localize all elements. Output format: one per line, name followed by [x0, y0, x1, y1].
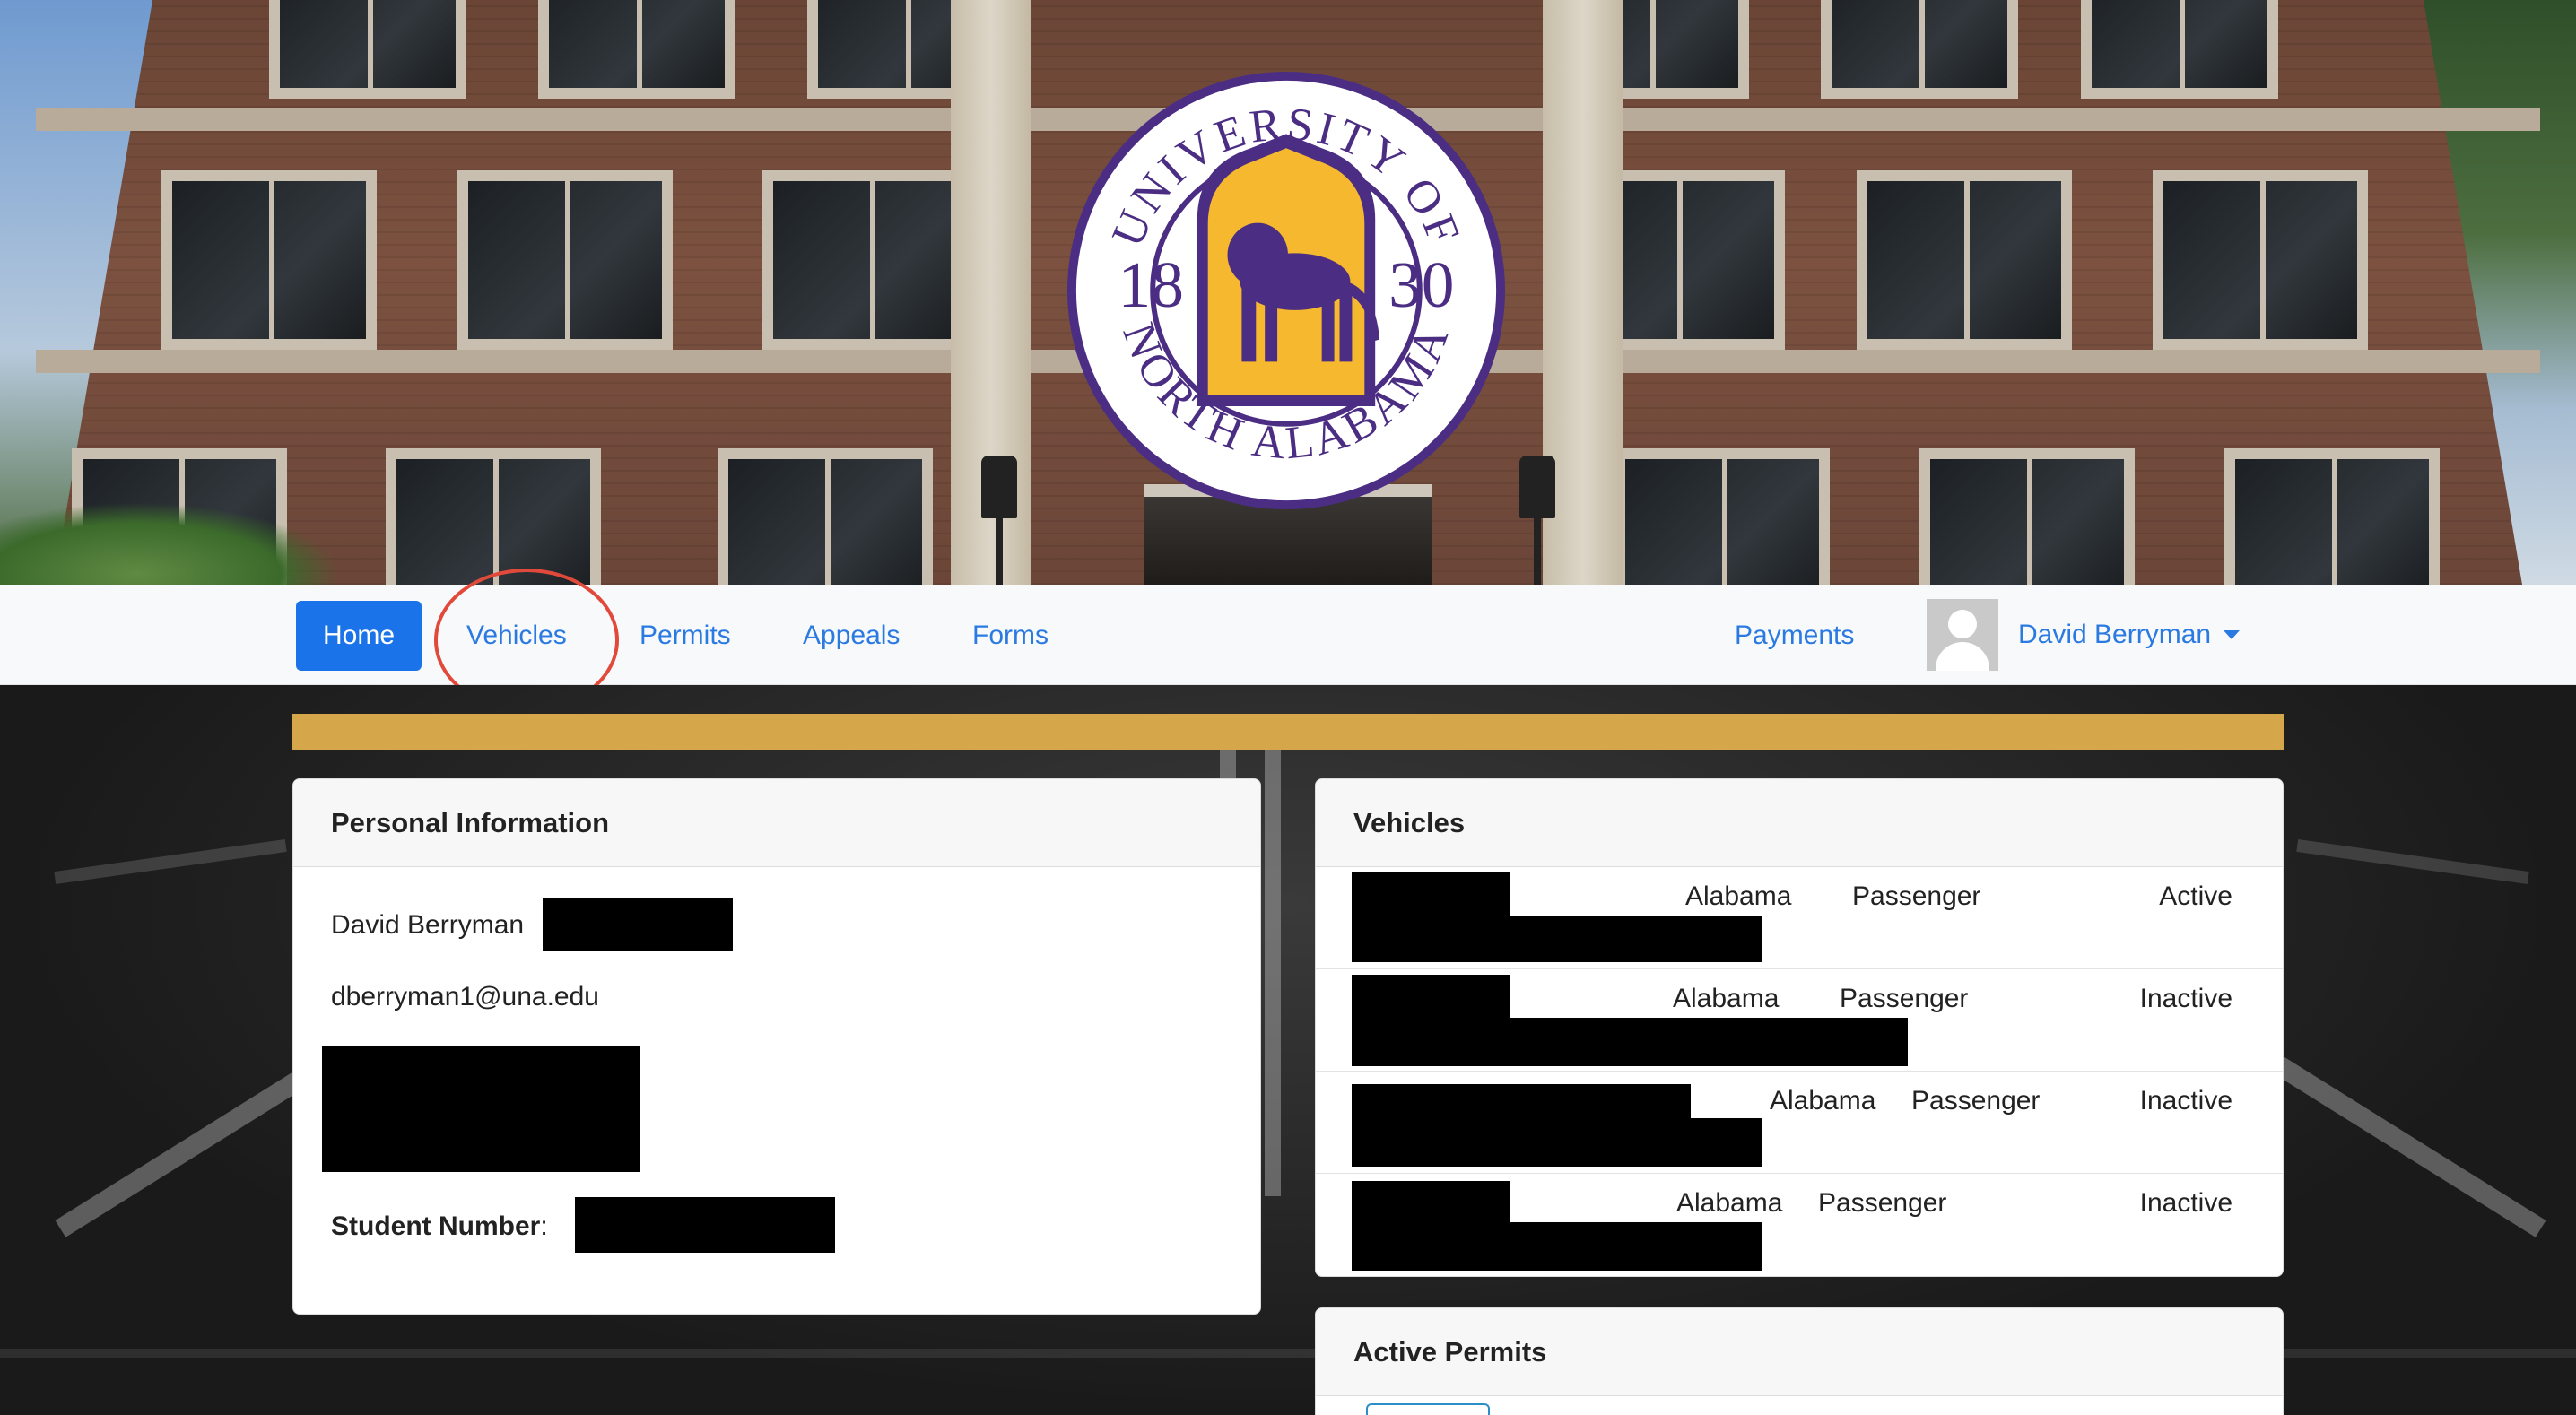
vehicle-status: Inactive: [2139, 1188, 2232, 1218]
building-window: [718, 448, 933, 585]
lamp-post: [1519, 456, 1555, 585]
redacted-block: [1352, 1222, 1762, 1271]
person-name: David Berryman: [331, 910, 525, 940]
vehicle-status: Inactive: [2139, 984, 2232, 1013]
vehicle-state: Alabama: [1673, 984, 1780, 1013]
lamp-post: [981, 456, 1017, 585]
vehicle-row[interactable]: Alabama Passenger Active: [1316, 867, 2283, 969]
vehicles-card: Vehicles Alabama Passenger Active Alabam…: [1315, 778, 2284, 1277]
accent-bar: [292, 714, 2284, 750]
vehicle-type: Passenger: [1911, 1086, 2041, 1116]
person-email: dberryman1@una.edu: [331, 982, 599, 1011]
user-avatar[interactable]: [1927, 599, 1998, 671]
vehicle-row[interactable]: Alabama Passenger Inactive: [1316, 969, 2283, 1072]
vehicle-list: Alabama Passenger Active Alabama Passeng…: [1316, 867, 2283, 1276]
student-number-label: Student Number:: [331, 1211, 548, 1241]
seal-year-right: 30: [1388, 248, 1454, 321]
vehicle-status: Inactive: [2139, 1086, 2232, 1116]
shrub: [0, 502, 341, 585]
card-title: Vehicles: [1316, 779, 2283, 867]
nav-payments[interactable]: Payments: [1708, 601, 1881, 671]
building-window: [2153, 170, 2368, 350]
redacted-block: [1352, 1118, 1762, 1167]
building-window: [457, 170, 673, 350]
vehicle-status: Active: [2159, 881, 2232, 911]
personal-information-card: Personal Information David Berryman dber…: [292, 778, 1261, 1315]
vehicle-row[interactable]: Alabama Passenger Inactive: [1316, 1072, 2283, 1174]
redacted-block: [543, 898, 733, 951]
redacted-block: [1352, 916, 1762, 962]
nav-home[interactable]: Home: [296, 601, 422, 671]
building-window: [1919, 448, 2135, 585]
building-window: [386, 448, 601, 585]
building-window: [538, 0, 735, 99]
building-window: [1821, 0, 2018, 99]
university-seal-logo: UNIVERSITY OF NORTH ALABAMA 18 30: [1066, 71, 1506, 510]
vehicle-type: Passenger: [1818, 1188, 1947, 1218]
nav-permits[interactable]: Permits: [613, 601, 758, 671]
user-menu-dropdown[interactable]: David Berryman: [1927, 597, 2241, 673]
building-window: [1614, 448, 1830, 585]
nav-appeals[interactable]: Appeals: [776, 601, 927, 671]
seal-year-left: 18: [1118, 248, 1184, 321]
building-window: [762, 170, 978, 350]
vehicle-row[interactable]: Alabama Passenger Inactive: [1316, 1174, 2283, 1276]
vehicle-state: Alabama: [1685, 881, 1792, 911]
building-window: [269, 0, 466, 99]
card-title: Personal Information: [293, 779, 1260, 867]
nav-forms[interactable]: Forms: [945, 601, 1075, 671]
vehicle-state: Alabama: [1676, 1188, 1783, 1218]
user-name[interactable]: David Berryman: [2018, 620, 2211, 650]
vehicle-type: Passenger: [1840, 984, 1969, 1013]
redacted-block: [322, 1046, 640, 1172]
card-title: Active Permits: [1316, 1308, 2283, 1396]
vehicle-type: Passenger: [1852, 881, 1981, 911]
permit-button[interactable]: [1366, 1403, 1490, 1415]
building-window: [161, 170, 377, 350]
building-window: [2081, 0, 2278, 99]
vehicle-state: Alabama: [1770, 1086, 1876, 1116]
active-permits-card: Active Permits: [1315, 1307, 2284, 1415]
redacted-block: [1352, 1018, 1908, 1066]
building-window: [2224, 448, 2440, 585]
building-window: [1857, 170, 2072, 350]
chevron-down-icon[interactable]: [2224, 630, 2241, 639]
redacted-block: [575, 1197, 835, 1253]
